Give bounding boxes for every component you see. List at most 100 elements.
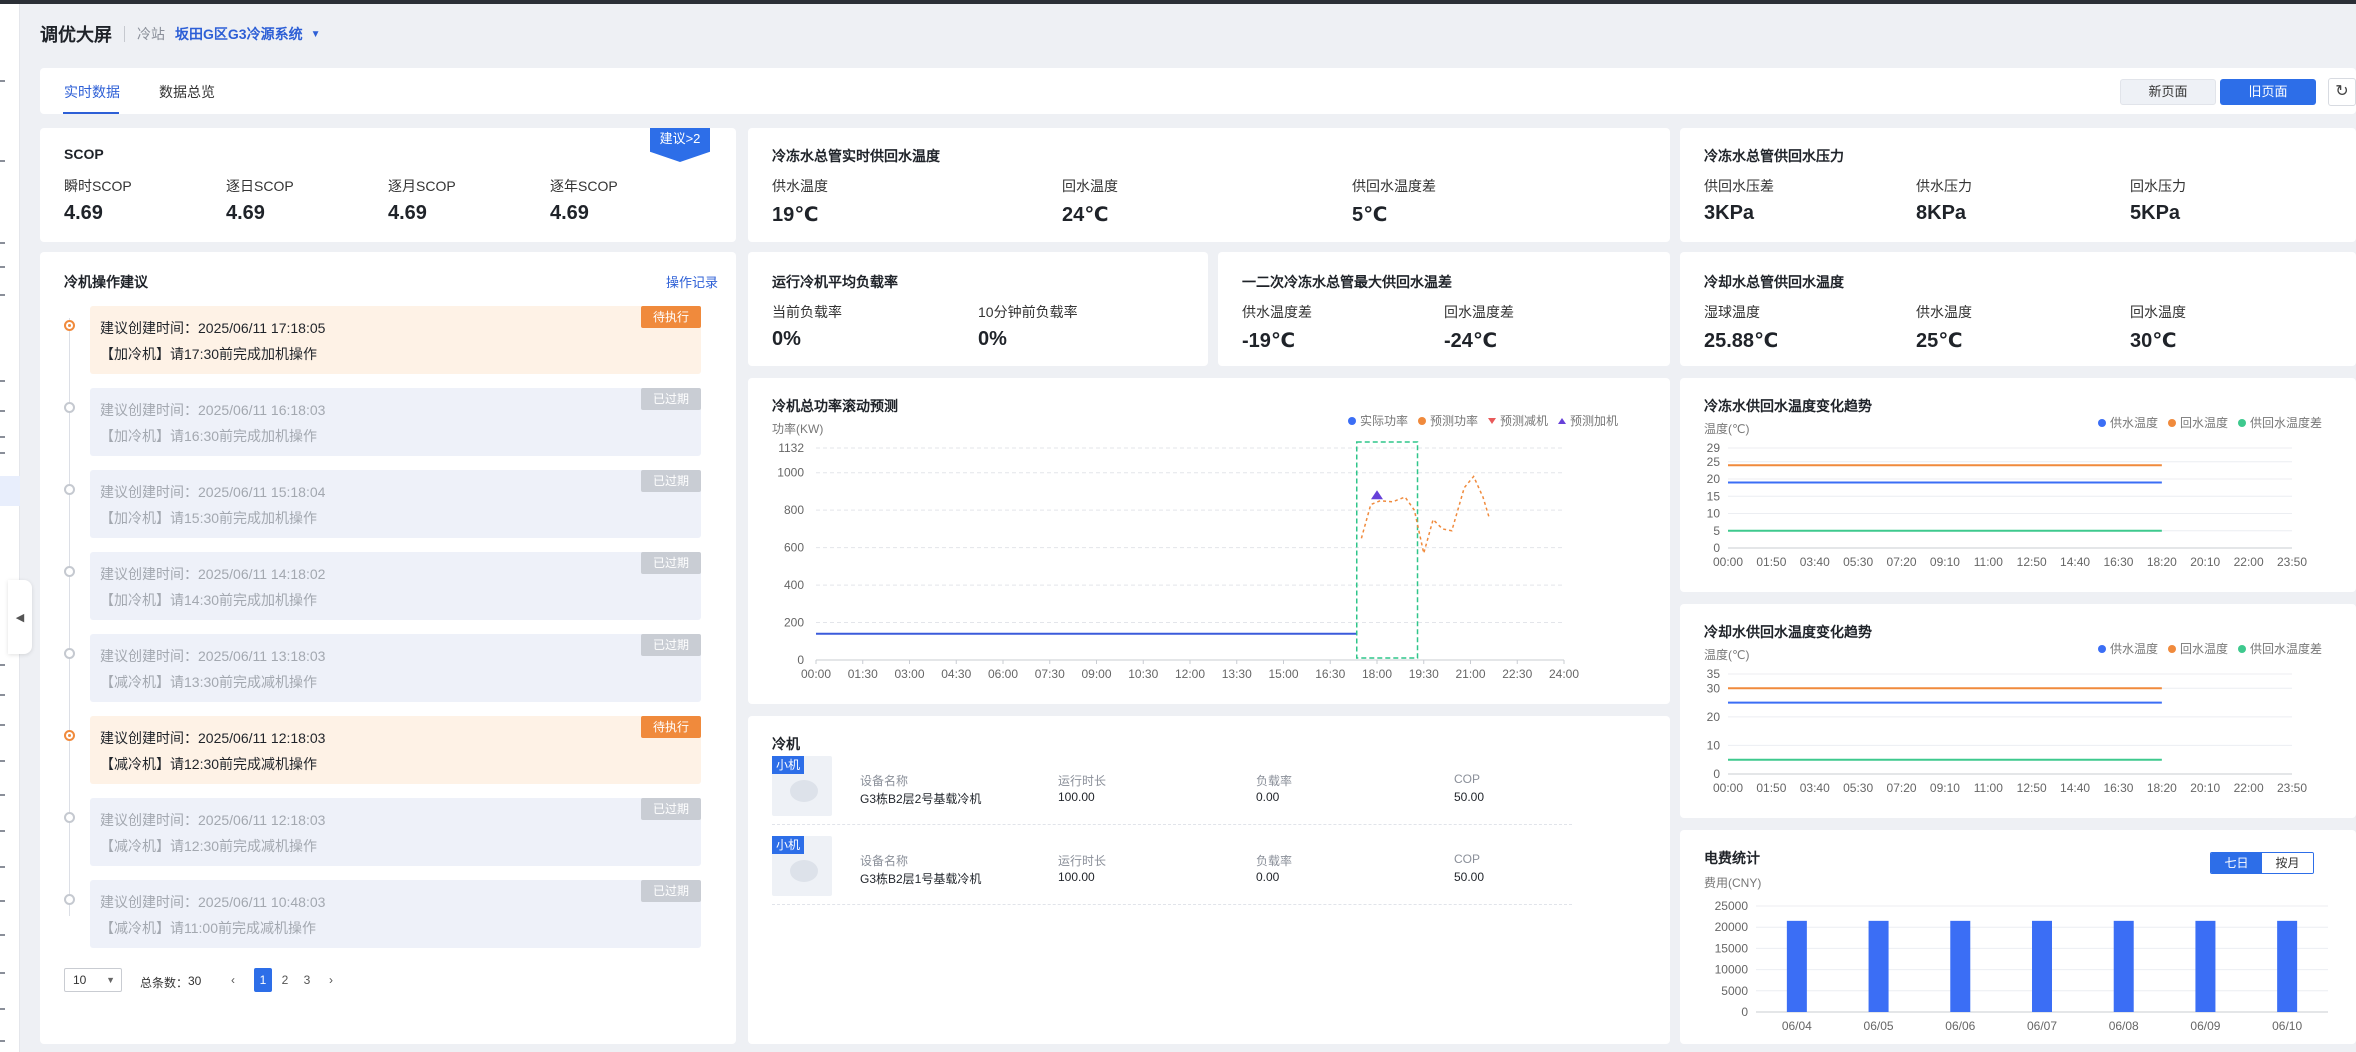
x-tick-label: 06/05 [1864, 1019, 1894, 1033]
next-page-icon[interactable]: › [322, 968, 340, 992]
suggestion-title: 冷机操作建议 [64, 274, 148, 290]
sidebar-item[interactable] [0, 266, 5, 268]
suggestion-item[interactable]: 建议创建时间：2025/06/11 12:18:03 【减冷机】请12:30前完成… [90, 716, 701, 784]
suggestion-item[interactable]: 建议创建时间：2025/06/11 12:18:03 【减冷机】请12:30前完成… [90, 798, 701, 866]
sidebar-item[interactable] [0, 160, 5, 162]
suggestion-text: 【减冷机】请12:30前完成减机操作 [100, 838, 318, 854]
suggestion-item[interactable]: 建议创建时间：2025/06/11 17:18:05 【加冷机】请17:30前完成… [90, 306, 701, 374]
x-tick-label: 16:30 [2103, 781, 2133, 795]
sidebar-item[interactable] [0, 294, 5, 296]
refresh-icon[interactable]: ↻ [2328, 78, 2356, 106]
cop-label: COP [1454, 772, 1481, 786]
x-tick-label: 07:30 [1035, 667, 1065, 681]
x-tick-label: 14:40 [2060, 781, 2090, 795]
suggestion-item[interactable]: 建议创建时间：2025/06/11 13:18:03 【减冷机】请13:30前完成… [90, 634, 701, 702]
page-3-button[interactable]: 3 [298, 968, 316, 992]
total-count: 30 [188, 974, 202, 988]
x-tick-label: 24:00 [1549, 667, 1579, 681]
y-tick-label: 10 [1707, 507, 1721, 521]
sidebar-item-active[interactable] [0, 476, 20, 506]
chiller-icon [790, 780, 818, 802]
add-chiller-marker [1371, 490, 1383, 500]
sidebar-item[interactable] [0, 900, 5, 902]
new-page-button[interactable]: 新页面 [2120, 79, 2216, 105]
fee-bar [1950, 920, 1971, 1012]
sidebar-item[interactable] [0, 760, 5, 762]
sidebar-item[interactable] [0, 410, 5, 412]
timeline-dot [64, 730, 75, 741]
old-page-button[interactable]: 旧页面 [2220, 79, 2316, 105]
x-tick-label: 21:00 [1455, 667, 1485, 681]
page-1-button[interactable]: 1 [254, 968, 272, 992]
x-tick-label: 23:50 [2277, 781, 2307, 795]
header-divider [124, 26, 125, 42]
y-tick-label: 5 [1713, 524, 1720, 538]
x-tick-label: 06:00 [988, 667, 1018, 681]
y-tick-label: 10 [1707, 738, 1721, 752]
suggestion-text: 【加冷机】请16:30前完成加机操作 [100, 428, 318, 444]
supply-pressure-label: 供水压力 [1916, 178, 1972, 194]
suggestion-item[interactable]: 建议创建时间：2025/06/11 14:18:02 【加冷机】请14:30前完成… [90, 552, 701, 620]
sidebar-item[interactable] [0, 664, 5, 666]
caret-down-icon[interactable]: ▼ [311, 29, 321, 40]
suggestion-item[interactable]: 建议创建时间：2025/06/11 16:18:03 【加冷机】请16:30前完成… [90, 388, 701, 456]
suggestion-text: 【加冷机】请17:30前完成加机操作 [100, 346, 318, 362]
y-tick-label: 15 [1707, 489, 1721, 503]
cw-temp-card: 冷却水总管供回水温度 湿球温度 25.88℃ 供水温度 25℃ 回水温度 30℃ [1680, 252, 2356, 366]
chiller-image: 小机 [772, 836, 832, 896]
scop-title: SCOP [64, 146, 104, 162]
sidebar-collapse-button[interactable]: ◀ [8, 580, 32, 654]
suggestion-item[interactable]: 建议创建时间：2025/06/11 15:18:04 【加冷机】请15:30前完成… [90, 470, 701, 538]
sidebar-item[interactable] [0, 724, 5, 726]
operation-record-link[interactable]: 操作记录 [666, 272, 718, 291]
scop-card: SCOP 建议>2 瞬时SCOP 4.69 逐日SCOP 4.69 逐月SCOP… [40, 128, 736, 242]
supply-diff-label: 供水温度差 [1242, 304, 1312, 320]
page-size-select[interactable]: 10 ▼ [64, 968, 122, 992]
runtime-label: 运行时长 [1058, 774, 1107, 788]
cw-trend-chart: 0 10 20 3035 00:00 01:50 03:40 05:30 07:20 09:10 1… [1707, 667, 2308, 795]
suggestion-status-badge: 已过期 [641, 470, 701, 492]
x-tick-label: 10:30 [1128, 667, 1158, 681]
supply-diff-value: -19℃ [1242, 330, 1296, 352]
x-tick-label: 06/07 [2027, 1019, 2057, 1033]
sidebar-item[interactable] [0, 380, 5, 382]
max-diff-card: 一二次冷冻水总管最大供回水温差 供水温度差 -19℃ 回水温度差 -24℃ [1218, 252, 1670, 366]
station-select[interactable]: 坂田G区G3冷源系统 [175, 24, 303, 44]
sidebar-item[interactable] [0, 452, 5, 454]
sidebar-item[interactable] [0, 972, 5, 974]
tab-realtime[interactable]: 实时数据 [64, 82, 120, 102]
x-tick-label: 06/09 [2190, 1019, 2220, 1033]
chw-pressure-title: 冷冻水总管供回水压力 [1704, 148, 1844, 164]
x-tick-label: 09:10 [1930, 555, 1960, 569]
sidebar-item[interactable] [0, 242, 5, 244]
suggestion-item[interactable]: 建议创建时间：2025/06/11 10:48:03 【减冷机】请11:00前完成… [90, 880, 701, 948]
y-tick-label: 25000 [1715, 899, 1749, 913]
chw-diff-label: 供回水温度差 [1352, 178, 1436, 194]
suggestion-time: 建议创建时间：2025/06/11 10:48:03 [100, 894, 326, 910]
sidebar-item[interactable] [0, 934, 5, 936]
x-tick-label: 23:50 [2277, 555, 2307, 569]
scop-instant-value: 4.69 [64, 202, 103, 224]
sidebar-item[interactable] [0, 866, 5, 868]
sidebar-item[interactable] [0, 830, 5, 832]
prev-page-icon[interactable]: ‹ [224, 968, 242, 992]
suggestion-status-badge: 已过期 [641, 552, 701, 574]
page-2-button[interactable]: 2 [276, 968, 294, 992]
sidebar-item[interactable] [0, 436, 5, 438]
sidebar-item[interactable] [0, 80, 5, 82]
chw-diff-value: 5℃ [1352, 204, 1388, 226]
sidebar[interactable] [0, 4, 20, 1052]
sidebar-item[interactable] [0, 1008, 5, 1010]
scop-daily-label: 逐日SCOP [226, 178, 294, 194]
sidebar-item[interactable] [0, 694, 5, 696]
y-tick-label: 15000 [1715, 941, 1749, 955]
suggestion-time: 建议创建时间：2025/06/11 14:18:02 [100, 566, 326, 582]
sidebar-item[interactable] [0, 794, 5, 796]
y-tick-label: 400 [784, 578, 804, 592]
chw-supply-value: 19℃ [772, 204, 819, 226]
suggestion-text: 【减冷机】请11:00前完成减机操作 [100, 920, 316, 936]
x-tick-label: 07:20 [1887, 781, 1917, 795]
tab-overview[interactable]: 数据总览 [159, 82, 215, 102]
sidebar-item[interactable] [0, 1040, 5, 1042]
x-tick-label: 15:00 [1268, 667, 1298, 681]
